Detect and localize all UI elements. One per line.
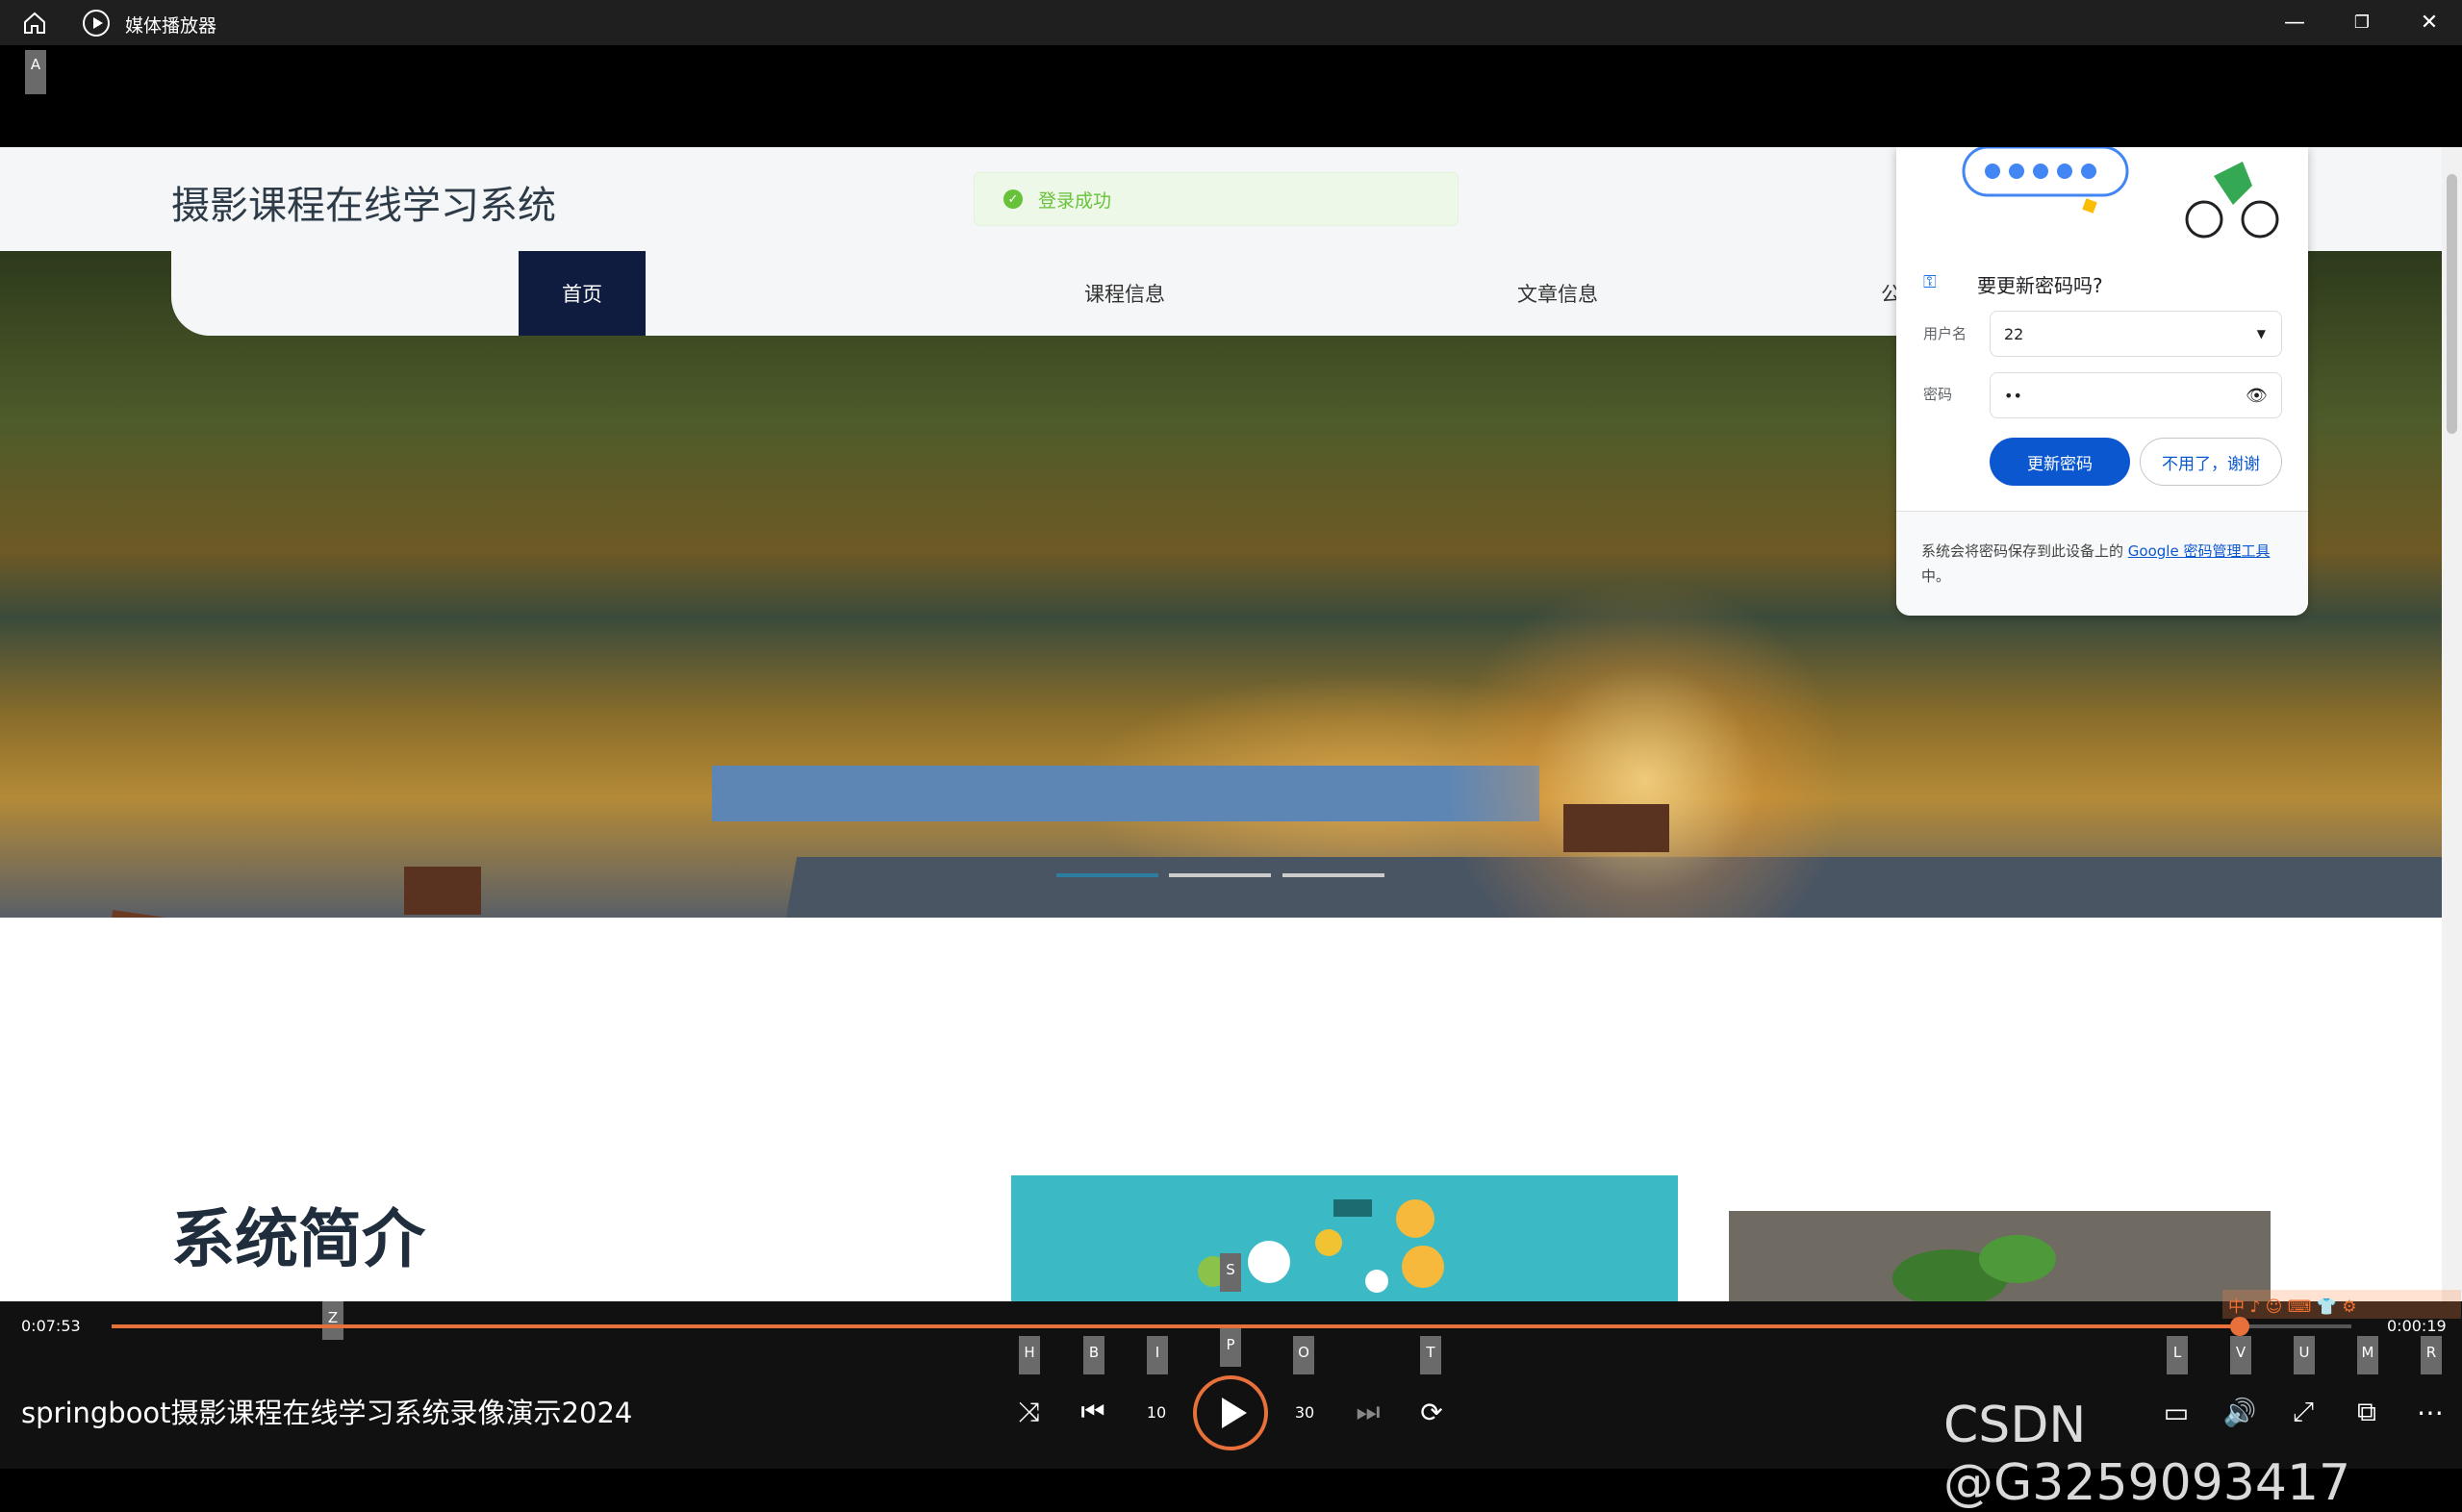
keytip-r: R bbox=[2421, 1336, 2442, 1374]
bench bbox=[100, 910, 323, 918]
csdn-watermark: CSDN @G3259093417 bbox=[1943, 1397, 2351, 1512]
keytip-h: H bbox=[1019, 1336, 1040, 1374]
no-thanks-button[interactable]: 不用了，谢谢 bbox=[2140, 438, 2282, 486]
keytip-b: B bbox=[1083, 1336, 1104, 1374]
keytip-i: I bbox=[1147, 1336, 1168, 1374]
media-player-app-icon bbox=[83, 10, 110, 37]
plant-photo bbox=[1729, 1211, 2271, 1301]
keytip-p: P bbox=[1220, 1328, 1241, 1367]
main-nav: 首页 课程信息 文章信息 公告信 bbox=[171, 251, 1942, 336]
restore-button[interactable]: ❐ bbox=[2329, 0, 2395, 45]
password-field[interactable]: •• 👁 bbox=[1990, 372, 2282, 418]
tennis-fence bbox=[712, 766, 1539, 821]
username-select[interactable]: 22 ▼ bbox=[1990, 311, 2282, 357]
password-illustration bbox=[1962, 147, 2279, 239]
nav-courses[interactable]: 课程信息 bbox=[1009, 251, 1240, 336]
title-bar: 媒体播放器 — ❐ ✕ bbox=[0, 0, 2462, 45]
carousel-dot-3[interactable] bbox=[1282, 873, 1384, 877]
footer-suffix: 中。 bbox=[1921, 567, 1951, 585]
ime-toolbar[interactable]: 中 ♪ ☺ ⌨ 👕 ⚙ bbox=[2222, 1290, 2461, 1319]
education-illustration bbox=[1011, 1175, 1678, 1301]
keytip-o: O bbox=[1293, 1336, 1314, 1374]
key-icon: ⚿ bbox=[1923, 272, 1937, 292]
shuffle-icon[interactable]: ⤨ bbox=[1008, 1391, 1051, 1433]
keytip-m: M bbox=[2357, 1336, 2378, 1374]
home-icon[interactable] bbox=[21, 10, 48, 37]
eye-icon[interactable]: 👁 bbox=[2246, 386, 2268, 406]
rewind-10-icon[interactable]: 10 bbox=[1135, 1391, 1178, 1433]
keytip-u: U bbox=[2294, 1336, 2315, 1374]
close-button[interactable]: ✕ bbox=[2397, 0, 2462, 45]
carousel-dot-2[interactable] bbox=[1169, 873, 1271, 877]
bench bbox=[1563, 804, 1669, 852]
minimize-button[interactable]: — bbox=[2262, 0, 2327, 45]
forward-30-icon[interactable]: 30 bbox=[1283, 1391, 1326, 1433]
site-title: 摄影课程在线学习系统 bbox=[171, 184, 556, 228]
footer-prefix: 系统会将密码保存到此设备上的 bbox=[1921, 542, 2128, 560]
carousel-dot-1[interactable] bbox=[1056, 873, 1158, 877]
footer-text: 系统会将密码保存到此设备上的 Google 密码管理工具中。 bbox=[1921, 539, 2287, 589]
current-time: 0:07:53 bbox=[21, 1317, 81, 1335]
dialog-title: 要更新密码吗? bbox=[1977, 274, 2103, 297]
page-scrollbar[interactable] bbox=[2442, 147, 2462, 1301]
previous-icon[interactable]: ⏮ bbox=[1072, 1391, 1114, 1433]
username-value: 22 bbox=[2004, 324, 2024, 343]
password-update-dialog: ⚿ 要更新密码吗? 用户名 22 ▼ 密码 •• 👁 更新密码 不用了，谢谢 系… bbox=[1896, 147, 2308, 616]
intro-heading: 系统简介 bbox=[171, 1202, 425, 1276]
chevron-down-icon[interactable]: ▼ bbox=[2257, 327, 2266, 340]
keytip-a: A bbox=[25, 50, 46, 94]
plant-leaves-icon bbox=[1892, 1235, 2056, 1301]
password-label: 密码 bbox=[1923, 386, 1953, 403]
username-label: 用户名 bbox=[1923, 325, 1967, 342]
success-toast: ✓ 登录成功 bbox=[974, 172, 1459, 226]
next-icon[interactable]: ⏭ bbox=[1347, 1391, 1389, 1433]
remaining-time: 0:00:19 bbox=[2387, 1317, 2447, 1335]
update-password-button[interactable]: 更新密码 bbox=[1990, 438, 2130, 486]
play-button[interactable] bbox=[1193, 1375, 1268, 1450]
nav-home[interactable]: 首页 bbox=[519, 251, 646, 336]
password-manager-link[interactable]: Google 密码管理工具 bbox=[2128, 542, 2271, 560]
seek-knob[interactable] bbox=[2229, 1317, 2249, 1336]
keytip-v: V bbox=[2230, 1336, 2251, 1374]
keytip-l: L bbox=[2167, 1336, 2188, 1374]
scrollbar-thumb[interactable] bbox=[2447, 174, 2457, 434]
bench bbox=[404, 867, 481, 915]
rewind-label: 10 bbox=[1146, 1402, 1167, 1422]
repeat-icon[interactable]: ⟳ bbox=[1410, 1391, 1453, 1433]
forward-label: 30 bbox=[1294, 1402, 1315, 1422]
sun-flare bbox=[1443, 578, 1847, 918]
keytip-s: S bbox=[1220, 1253, 1241, 1292]
education-tree-icon bbox=[1198, 1199, 1444, 1293]
password-value: •• bbox=[2004, 386, 2022, 405]
video-title: springboot摄影课程在线学习系统录像演示2024 bbox=[21, 1397, 633, 1429]
keytip-t: T bbox=[1420, 1336, 1441, 1374]
check-icon: ✓ bbox=[1003, 189, 1023, 209]
toast-text: 登录成功 bbox=[1038, 189, 1112, 212]
keytip-z: Z bbox=[322, 1301, 343, 1340]
seek-bar-progress bbox=[112, 1324, 2240, 1328]
app-title: 媒体播放器 bbox=[125, 15, 217, 37]
nav-articles[interactable]: 文章信息 bbox=[1442, 251, 1673, 336]
